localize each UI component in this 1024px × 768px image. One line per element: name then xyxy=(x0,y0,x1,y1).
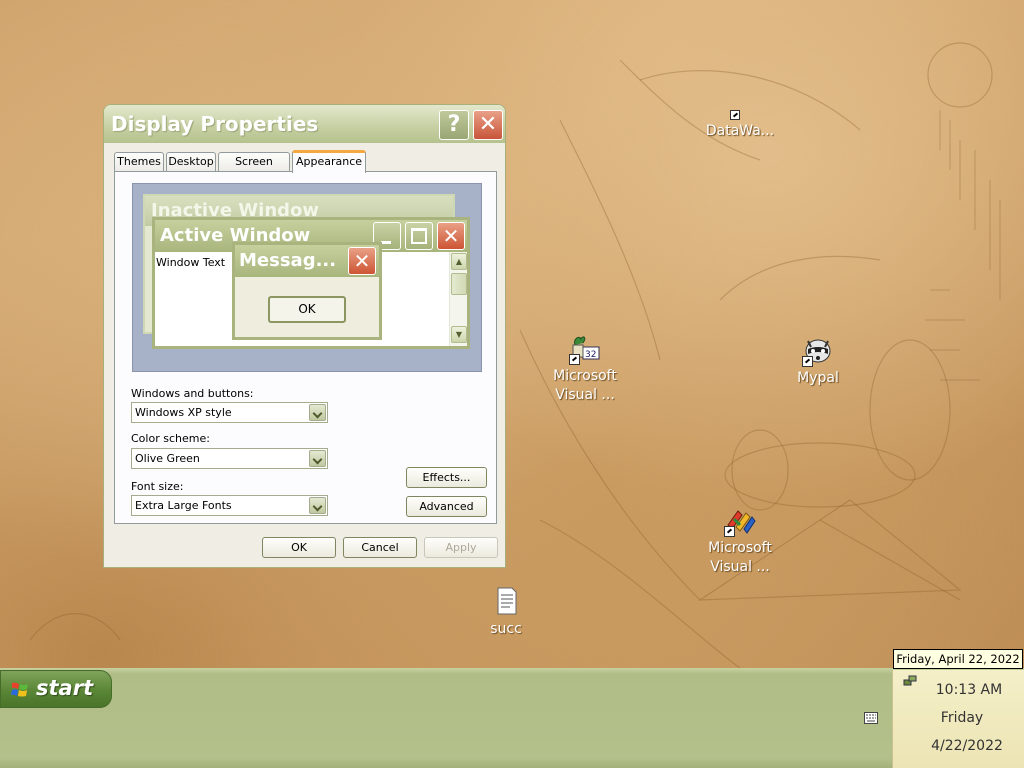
help-icon: ? xyxy=(447,112,461,137)
appearance-preview: Inactive Window Active Window ✕ Window T… xyxy=(132,183,482,372)
desktop-icon-label: succ xyxy=(490,621,522,637)
preview-scrollbar: ▲ ▼ xyxy=(449,252,467,346)
dialog-title: Display Properties xyxy=(111,112,319,136)
maximize-icon xyxy=(405,222,433,250)
font-size-value: Extra Large Fonts xyxy=(135,499,232,512)
desktop-icon-label-line1: Microsoft xyxy=(553,368,617,384)
windows-buttons-label: Windows and buttons: xyxy=(131,387,254,400)
color-scheme-label: Color scheme: xyxy=(131,432,210,445)
keyboard-icon[interactable] xyxy=(864,712,878,724)
cancel-button[interactable]: Cancel xyxy=(343,537,417,558)
font-size-select[interactable]: Extra Large Fonts xyxy=(131,495,328,516)
color-scheme-select[interactable]: Olive Green xyxy=(131,448,328,469)
help-button[interactable]: ? xyxy=(439,110,469,140)
windows-buttons-select[interactable]: Windows XP style xyxy=(131,402,328,423)
ok-button[interactable]: OK xyxy=(262,537,336,558)
datawarehouse-icon xyxy=(730,100,750,120)
tab-themes[interactable]: Themes xyxy=(114,152,164,172)
close-button[interactable]: ✕ xyxy=(473,110,503,140)
date-tooltip: Friday, April 22, 2022 xyxy=(893,649,1023,669)
tab-desktop[interactable]: Desktop xyxy=(166,152,216,172)
tab-appearance[interactable]: Appearance xyxy=(292,150,366,173)
tab-screen-saver[interactable]: Screen Saver xyxy=(218,152,290,186)
visual-basic-32-icon: 32 xyxy=(569,333,601,365)
preview-window-text: Window Text xyxy=(156,256,226,269)
scroll-up-icon: ▲ xyxy=(451,253,467,270)
clock-day: Friday xyxy=(940,710,984,726)
desktop-icon-label: Mypal xyxy=(797,370,839,386)
start-button[interactable]: start xyxy=(0,670,112,708)
close-icon: ✕ xyxy=(437,222,465,250)
dialog-titlebar[interactable]: Display Properties ? ✕ xyxy=(104,105,505,143)
chevron-down-icon[interactable] xyxy=(309,450,326,467)
mypal-raccoon-icon xyxy=(802,335,834,367)
desktop-icon-visual-studio[interactable]: Microsoft Visual ... xyxy=(690,505,790,577)
desktop-icon-datawarehouse[interactable]: DataWa... xyxy=(690,100,790,141)
desktop-icon-label-line1: Microsoft xyxy=(708,540,772,556)
desktop-icon-mypal[interactable]: Mypal xyxy=(768,335,868,388)
appearance-panel: Inactive Window Active Window ✕ Window T… xyxy=(114,171,497,524)
scroll-down-icon: ▼ xyxy=(451,326,467,343)
display-properties-dialog: Display Properties ? ✕ Themes Desktop Sc… xyxy=(103,104,506,568)
desktop-icon-label-line2: Visual ... xyxy=(555,387,615,403)
font-size-label: Font size: xyxy=(131,480,184,493)
desktop-icon-label: DataWa... xyxy=(705,123,775,139)
close-icon: ✕ xyxy=(478,112,498,137)
system-tray: 10:13 AM Friday 4/22/2022 xyxy=(892,670,1024,768)
desktop-icon-visual-basic[interactable]: 32 Microsoft Visual ... xyxy=(535,333,635,405)
scroll-thumb xyxy=(451,273,467,295)
start-label: start xyxy=(36,676,94,700)
chevron-down-icon[interactable] xyxy=(309,497,326,514)
desktop-icon-label-line2: Visual ... xyxy=(710,559,770,575)
svg-text:32: 32 xyxy=(585,350,596,360)
advanced-button[interactable]: Advanced xyxy=(406,496,487,517)
windows-buttons-value: Windows XP style xyxy=(135,406,232,419)
desktop-icon-succ[interactable]: succ xyxy=(456,586,556,639)
visual-studio-icon xyxy=(724,505,756,537)
effects-button[interactable]: Effects... xyxy=(406,467,487,488)
clock-time[interactable]: 10:13 AM xyxy=(893,682,1024,698)
color-scheme-value: Olive Green xyxy=(135,452,200,465)
preview-message-box: Messag... ✕ OK xyxy=(232,242,382,340)
clock-date: 4/22/2022 xyxy=(931,738,1003,754)
close-icon: ✕ xyxy=(348,247,376,275)
windows-logo-icon xyxy=(11,682,28,697)
preview-ok-button: OK xyxy=(268,296,346,323)
chevron-down-icon[interactable] xyxy=(309,404,326,421)
apply-button[interactable]: Apply xyxy=(424,537,498,558)
text-document-icon xyxy=(490,586,522,618)
